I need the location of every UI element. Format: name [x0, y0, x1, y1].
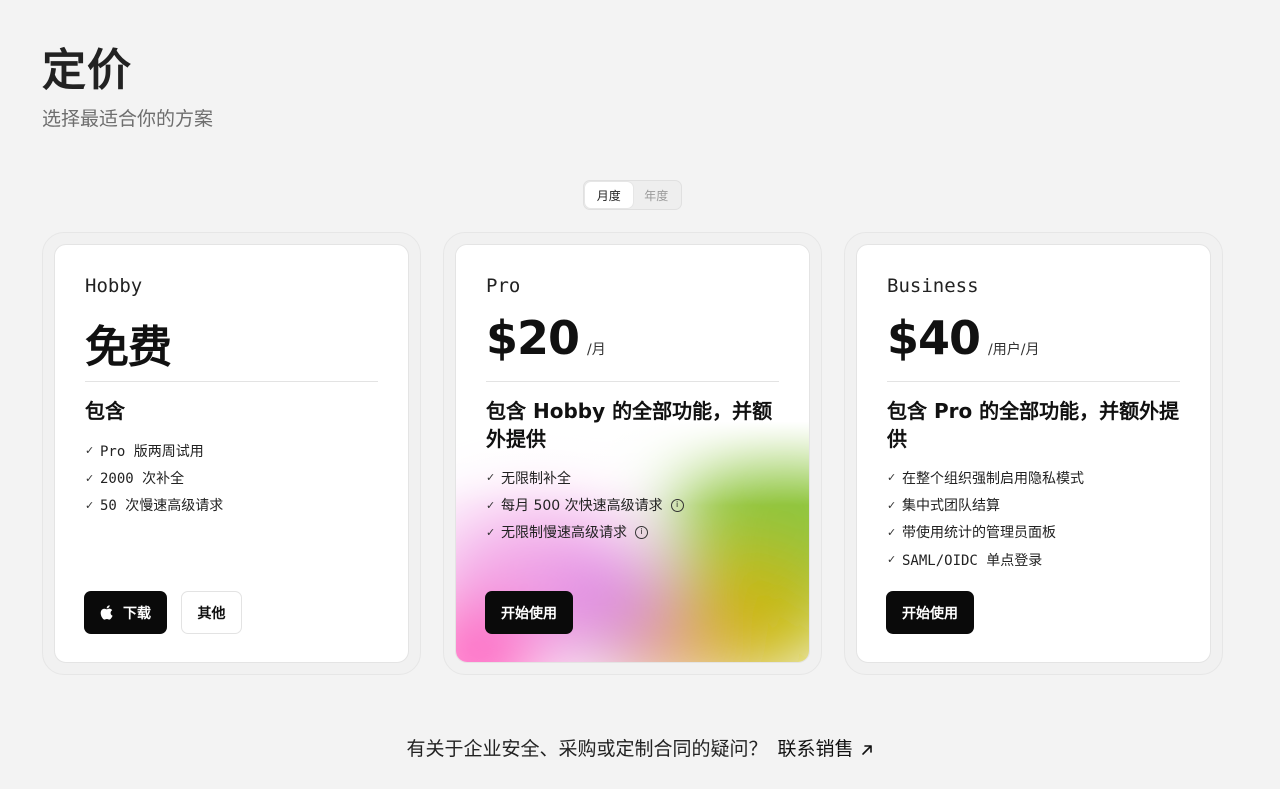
feature-item: ✓ 带使用统计的管理员面板	[887, 519, 1190, 546]
price-row: $20 /月	[486, 311, 606, 365]
feature-item: ✓ 无限制补全	[486, 464, 789, 491]
enterprise-contact-note: 有关于企业安全、采购或定制合同的疑问？ 联系销售	[0, 734, 1280, 761]
price-row: 免费	[85, 311, 172, 375]
includes-heading: 包含 Pro 的全部功能，并额外提供	[887, 399, 1180, 451]
arrow-up-right-icon	[861, 744, 872, 755]
feature-item: ✓ 50 次慢速高级请求	[85, 492, 388, 519]
plan-card-business-body: Business $40 /用户/月 包含 Pro 的全部功能，并额外提供 ✓ …	[856, 244, 1211, 663]
feature-text: Pro 版两周试用	[100, 443, 204, 460]
contact-sales-label: 联系销售	[777, 738, 854, 760]
page-subtitle: 选择最适合你的方案	[42, 108, 214, 130]
feature-item: ✓ 集中式团队结算	[887, 491, 1190, 518]
page-title: 定价	[42, 45, 132, 96]
apple-icon	[100, 605, 113, 620]
plan-card-pro: Pro $20 /月 包含 Hobby 的全部功能，并额外提供 ✓ 无限制补全 …	[443, 232, 822, 675]
check-icon: ✓	[887, 498, 897, 512]
plan-name: Hobby	[85, 275, 143, 297]
feature-text: 在整个组织强制启用隐私模式	[902, 470, 1084, 487]
other-platforms-button[interactable]: 其他	[181, 591, 242, 634]
feature-text: 2000 次补全	[100, 471, 185, 488]
feature-item: ✓ Pro 版两周试用	[85, 437, 388, 464]
feature-list: ✓ 无限制补全 ✓ 每月 500 次快速高级请求 i ✓ 无限制慢速高级请求 i	[486, 464, 789, 546]
plan-price: 免费	[85, 322, 172, 373]
toggle-yearly[interactable]: 年度	[633, 182, 681, 208]
feature-text: 无限制补全	[501, 470, 571, 487]
plan-price: $40	[887, 311, 981, 365]
check-icon: ✓	[887, 471, 897, 485]
feature-item: ✓ 2000 次补全	[85, 464, 388, 491]
info-icon[interactable]: i	[635, 525, 648, 539]
feature-text: 50 次慢速高级请求	[100, 498, 224, 515]
feature-list: ✓ 在整个组织强制启用隐私模式 ✓ 集中式团队结算 ✓ 带使用统计的管理员面板 …	[887, 464, 1190, 574]
download-button-label: 下载	[123, 605, 151, 622]
divider	[887, 381, 1180, 382]
plan-name: Business	[887, 275, 979, 297]
check-icon: ✓	[887, 553, 897, 567]
price-unit: /月	[587, 342, 606, 358]
feature-item: ✓ 在整个组织强制启用隐私模式	[887, 464, 1190, 491]
price-unit: /用户/月	[988, 342, 1040, 358]
check-icon: ✓	[85, 498, 95, 512]
price-row: $40 /用户/月	[887, 311, 1039, 365]
download-button[interactable]: 下载	[84, 591, 167, 634]
plan-card-hobby-body: Hobby 免费 包含 ✓ Pro 版两周试用 ✓ 2000 次补全 ✓ 50 …	[54, 244, 409, 663]
get-started-button[interactable]: 开始使用	[886, 591, 974, 634]
plan-price: $20	[486, 311, 580, 365]
check-icon: ✓	[85, 471, 95, 485]
feature-item: ✓ 无限制慢速高级请求 i	[486, 519, 789, 546]
includes-heading: 包含	[85, 399, 125, 423]
check-icon: ✓	[486, 471, 496, 485]
feature-text: SAML/OIDC 单点登录	[902, 552, 1043, 569]
billing-period-toggle: 月度 年度	[583, 180, 682, 210]
plan-card-business: Business $40 /用户/月 包含 Pro 的全部功能，并额外提供 ✓ …	[844, 232, 1223, 675]
toggle-monthly[interactable]: 月度	[585, 182, 633, 208]
feature-text: 带使用统计的管理员面板	[902, 525, 1056, 542]
feature-item: ✓ 每月 500 次快速高级请求 i	[486, 491, 789, 518]
contact-sales-link[interactable]: 联系销售	[778, 738, 874, 760]
plan-card-pro-body: Pro $20 /月 包含 Hobby 的全部功能，并额外提供 ✓ 无限制补全 …	[455, 244, 810, 663]
check-icon: ✓	[85, 444, 95, 458]
info-icon[interactable]: i	[670, 498, 684, 512]
enterprise-question: 有关于企业安全、采购或定制合同的疑问？	[406, 738, 768, 760]
divider	[85, 381, 378, 382]
get-started-button[interactable]: 开始使用	[485, 591, 573, 634]
check-icon: ✓	[887, 525, 897, 539]
check-icon: ✓	[486, 498, 496, 512]
feature-text: 每月 500 次快速高级请求	[501, 498, 663, 515]
plan-name: Pro	[486, 275, 521, 297]
includes-heading: 包含 Hobby 的全部功能，并额外提供	[486, 399, 773, 451]
divider	[486, 381, 779, 382]
feature-text: 集中式团队结算	[902, 498, 1000, 515]
feature-item: ✓ SAML/OIDC 单点登录	[887, 546, 1190, 573]
check-icon: ✓	[486, 525, 496, 539]
feature-list: ✓ Pro 版两周试用 ✓ 2000 次补全 ✓ 50 次慢速高级请求	[85, 437, 388, 519]
feature-text: 无限制慢速高级请求	[501, 525, 627, 542]
plan-card-hobby: Hobby 免费 包含 ✓ Pro 版两周试用 ✓ 2000 次补全 ✓ 50 …	[42, 232, 421, 675]
